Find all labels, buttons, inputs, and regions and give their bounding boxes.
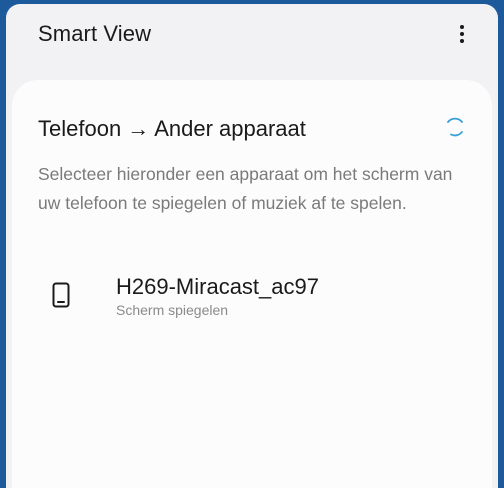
more-vertical-icon [460,25,464,29]
device-list-card: Telefoon → Ander apparaat Selecteer hier… [12,80,492,488]
phone-icon [52,282,70,308]
device-name: H269-Miracast_ac97 [116,274,319,299]
app-bar: Smart View [6,4,498,66]
device-list-item[interactable]: H269-Miracast_ac97 Scherm spiegelen [12,268,492,328]
smart-view-screen: Smart View Telefoon → Ander apparaat Sel… [6,4,498,488]
section-description: Selecteer hieronder een apparaat om het … [38,164,453,213]
section-title: Telefoon → Ander apparaat [38,116,306,141]
more-options-button[interactable] [450,20,474,48]
app-title: Smart View [38,21,152,46]
loading-spinner-icon [447,117,463,137]
device-status: Scherm spiegelen [116,302,229,318]
